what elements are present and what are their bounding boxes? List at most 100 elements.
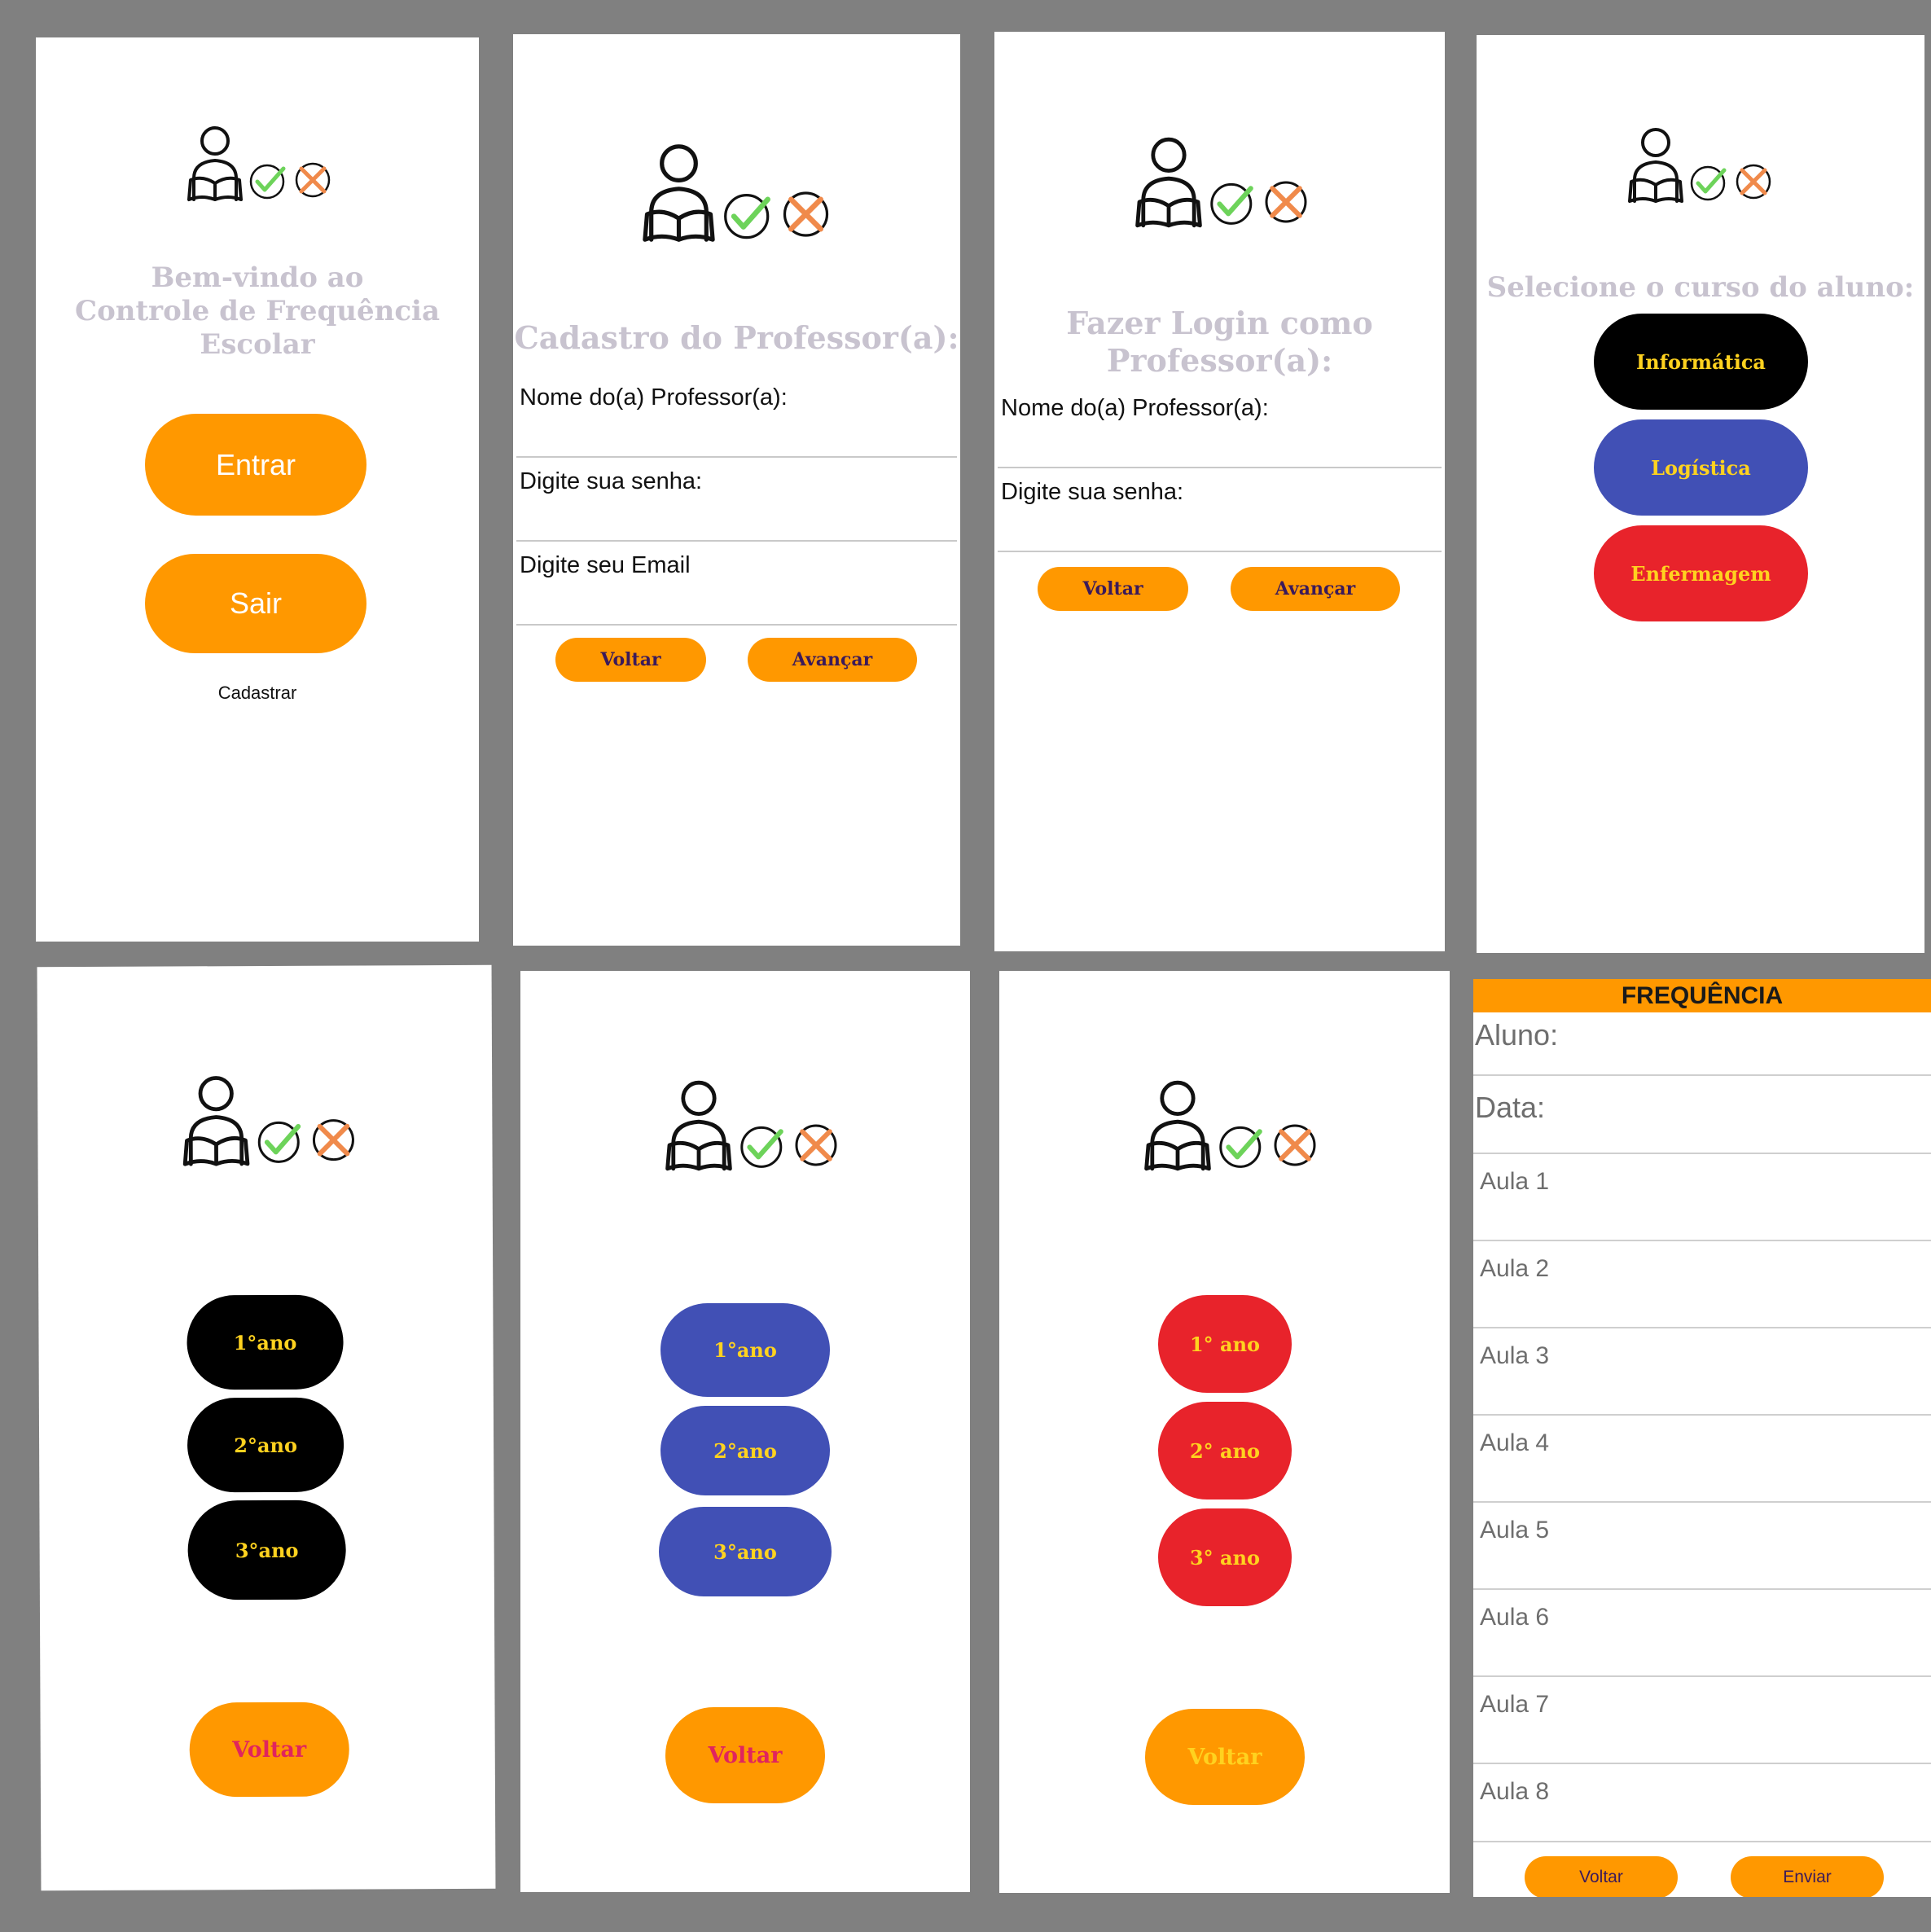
screen-login: Fazer Login como Professor(a): Nome do(a…: [994, 32, 1445, 951]
student-label: Aluno:: [1475, 1018, 1559, 1052]
course-button-enfermagem[interactable]: Enfermagem: [1594, 525, 1808, 621]
lesson-label: Aula 1: [1480, 1168, 1550, 1195]
lesson-label: Aula 4: [1480, 1429, 1550, 1456]
back-button-label: Voltar: [1579, 1868, 1623, 1886]
send-button[interactable]: Enviar: [1731, 1856, 1884, 1897]
app-logo: [1623, 125, 1778, 206]
screen-welcome: Bem-vindo ao Controle de Frequência Esco…: [36, 37, 479, 942]
year-button-1[interactable]: 1°ano: [187, 1294, 344, 1390]
course-label: Enfermagem: [1630, 561, 1771, 586]
back-button-label: Voltar: [1082, 578, 1143, 599]
cross-icon: [783, 191, 829, 237]
cross-icon: [795, 1124, 837, 1166]
next-button-label: Avançar: [792, 649, 873, 670]
cross-icon: [1265, 181, 1307, 223]
check-icon: [1690, 165, 1727, 201]
year-label: 1° ano: [1189, 1332, 1261, 1356]
back-button[interactable]: Voltar: [189, 1701, 349, 1798]
date-label: Data:: [1475, 1091, 1546, 1124]
name-input[interactable]: [998, 467, 1442, 468]
app-logo: [168, 1071, 372, 1170]
screen-courses: Selecione o curso do aluno: Informática …: [1477, 35, 1924, 953]
next-button[interactable]: Avançar: [1231, 567, 1400, 611]
login-title: Fazer Login como Professor(a):: [1066, 305, 1373, 379]
year-label: 1°ano: [233, 1330, 297, 1355]
attendance-header: FREQUÊNCIA: [1473, 979, 1931, 1012]
lesson-row[interactable]: [1473, 1327, 1931, 1328]
lesson-row[interactable]: [1473, 1414, 1931, 1416]
exit-button[interactable]: Sair: [145, 554, 366, 653]
check-icon: [724, 193, 770, 239]
year-button-2[interactable]: 2° ano: [1158, 1402, 1292, 1499]
cross-icon: [1274, 1124, 1316, 1166]
app-logo: [635, 140, 839, 246]
student-input[interactable]: [1473, 1074, 1931, 1076]
year-button-3[interactable]: 3° ano: [1158, 1508, 1292, 1606]
reader-icon: [1628, 128, 1683, 203]
year-label: 3° ano: [1189, 1545, 1261, 1570]
back-button[interactable]: Voltar: [1145, 1709, 1305, 1805]
lesson-row[interactable]: [1473, 1675, 1931, 1677]
screen-years-enfermagem: 1° ano 2° ano 3° ano Voltar: [999, 971, 1450, 1893]
lesson-label: Aula 6: [1480, 1604, 1550, 1631]
cross-icon: [295, 162, 331, 198]
reader-icon: [1135, 137, 1202, 228]
date-input[interactable]: [1473, 1153, 1931, 1154]
screen-attendance: FREQUÊNCIA Aluno: Data: Aula 1 Aula 2 Au…: [1473, 979, 1931, 1897]
enter-button[interactable]: Entrar: [145, 414, 366, 516]
reader-icon: [182, 1076, 250, 1166]
register-title: Cadastro do Professor(a):: [514, 319, 959, 356]
back-button[interactable]: Voltar: [1525, 1856, 1678, 1897]
register-link[interactable]: Cadastrar: [36, 683, 479, 704]
year-label: 1°ano: [713, 1338, 777, 1362]
lesson-label: Aula 2: [1480, 1255, 1550, 1282]
course-label: Informática: [1636, 349, 1766, 374]
year-button-2[interactable]: 2°ano: [187, 1397, 345, 1493]
email-label: Digite seu Email: [520, 552, 691, 578]
lesson-label: Aula 8: [1480, 1778, 1550, 1805]
year-button-3[interactable]: 3°ano: [187, 1499, 346, 1600]
cross-icon: [1736, 164, 1771, 200]
name-input[interactable]: [516, 456, 957, 458]
course-button-informatica[interactable]: Informática: [1594, 314, 1808, 410]
password-label: Digite sua senha:: [1001, 479, 1184, 505]
back-button[interactable]: Voltar: [555, 638, 706, 682]
lesson-label: Aula 7: [1480, 1691, 1550, 1718]
app-logo: [651, 1077, 854, 1175]
screen-years-logistica: 1°ano 2°ano 3°ano Voltar: [520, 971, 970, 1892]
name-label: Nome do(a) Professor(a):: [1001, 395, 1269, 421]
check-icon: [740, 1126, 783, 1168]
year-label: 2°ano: [713, 1438, 777, 1463]
send-button-label: Enviar: [1783, 1868, 1832, 1886]
check-icon: [257, 1121, 301, 1163]
next-button-label: Avançar: [1275, 578, 1356, 599]
course-button-logistica[interactable]: Logística: [1594, 419, 1808, 516]
email-input[interactable]: [516, 624, 957, 626]
lesson-row[interactable]: [1473, 1588, 1931, 1590]
screen-years-informatica: 1°ano 2°ano 3°ano Voltar: [37, 964, 496, 1891]
back-button[interactable]: Voltar: [1038, 567, 1188, 611]
year-button-2[interactable]: 2°ano: [660, 1406, 830, 1495]
reader-icon: [643, 144, 715, 242]
app-logo: [1130, 1077, 1333, 1175]
lesson-row[interactable]: [1473, 1240, 1931, 1241]
year-label: 2° ano: [1189, 1438, 1261, 1463]
next-button[interactable]: Avançar: [748, 638, 917, 682]
password-input[interactable]: [516, 540, 957, 542]
back-button-label: Voltar: [708, 1742, 783, 1768]
lesson-row[interactable]: [1473, 1763, 1931, 1764]
back-button-label: Voltar: [232, 1737, 307, 1763]
back-button[interactable]: Voltar: [665, 1707, 825, 1803]
reader-icon: [1144, 1080, 1211, 1171]
password-input[interactable]: [998, 551, 1442, 552]
year-button-3[interactable]: 3°ano: [659, 1507, 832, 1596]
check-icon: [249, 164, 286, 200]
year-button-1[interactable]: 1°ano: [660, 1303, 830, 1397]
screen-register: Cadastro do Professor(a): Nome do(a) Pro…: [513, 34, 960, 946]
password-label: Digite sua senha:: [520, 468, 703, 494]
check-icon: [1219, 1126, 1262, 1168]
year-button-1[interactable]: 1° ano: [1158, 1295, 1292, 1393]
cross-icon: [312, 1119, 354, 1161]
lesson-row[interactable]: [1473, 1501, 1931, 1503]
lesson-row[interactable]: [1473, 1841, 1931, 1842]
